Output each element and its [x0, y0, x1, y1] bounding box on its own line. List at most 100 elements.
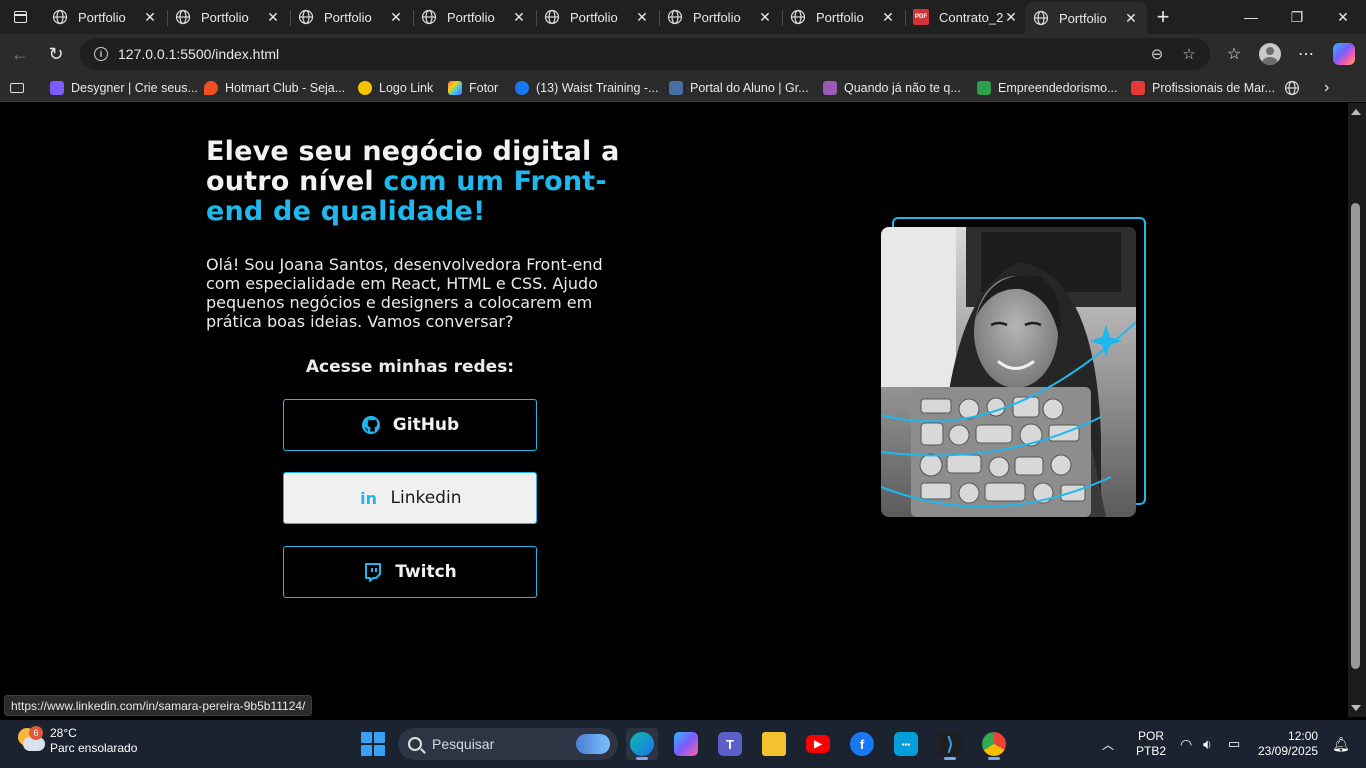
file-explorer-icon	[762, 732, 786, 756]
scroll-up-arrow[interactable]	[1351, 109, 1361, 115]
bookmark-item[interactable]: Hotmart Club - Seja...	[204, 78, 345, 98]
bookmark-item[interactable]: Fotor	[448, 78, 498, 98]
scroll-down-arrow[interactable]	[1351, 705, 1361, 711]
bookmark-item[interactable]: Portal do Aluno | Gr...	[669, 78, 809, 98]
close-tab-icon[interactable]: ✕	[757, 9, 773, 26]
teams-app[interactable]: T	[714, 728, 746, 760]
language-indicator[interactable]: POR PTB2	[1136, 720, 1166, 768]
favorite-star-icon[interactable]: ☆	[1180, 45, 1198, 63]
notifications-icon[interactable]: 🔔︎	[1332, 720, 1350, 768]
github-button[interactable]: GitHub	[283, 399, 537, 451]
taskbar: 6 28°C Parc ensolarado Pesquisar T ▶ f ▪…	[0, 720, 1366, 768]
bookmark-item[interactable]: Empreendedorismo...	[977, 78, 1118, 98]
battery-icon[interactable]: ▭	[1228, 720, 1240, 768]
zoom-icon[interactable]: ⊖	[1148, 45, 1166, 63]
bookmarks-menu-icon[interactable]	[10, 78, 24, 98]
browser-tab[interactable]: Portfolio ✕	[413, 2, 535, 32]
refresh-button[interactable]: ↻	[42, 40, 70, 68]
restore-button[interactable]: ❐	[1274, 0, 1320, 34]
taskbar-search[interactable]: Pesquisar	[398, 728, 618, 760]
scroll-thumb[interactable]	[1351, 203, 1360, 669]
minimize-button[interactable]: —	[1228, 0, 1274, 34]
bookmark-item[interactable]: Logo Link	[358, 78, 433, 98]
weather-widget[interactable]: 6 28°C Parc ensolarado	[18, 726, 137, 756]
weather-desc: Parc ensolarado	[50, 741, 138, 755]
bookmark-item[interactable]: Quando já não te q...	[823, 78, 961, 98]
new-tab-button[interactable]: +	[1150, 4, 1176, 30]
back-button[interactable]: ←	[6, 40, 34, 68]
wifi-icon[interactable]: ◠	[1180, 720, 1192, 768]
quando-icon	[823, 81, 837, 95]
close-tab-icon[interactable]: ✕	[265, 9, 281, 26]
vscode-app[interactable]: ⟩	[934, 728, 966, 760]
page-viewport: Eleve seu negócio digital a outro nível …	[4, 103, 1348, 717]
close-tab-icon[interactable]: ✕	[880, 9, 896, 26]
chrome-icon	[982, 732, 1006, 756]
bookmark-item[interactable]: Desygner | Crie seus...	[50, 78, 198, 98]
facebook-app[interactable]: f	[846, 728, 878, 760]
tab-title: Portfolio	[1059, 10, 1107, 26]
clock-time: 12:00	[1288, 729, 1319, 743]
close-tab-icon[interactable]: ✕	[1003, 9, 1019, 26]
close-tab-icon[interactable]: ✕	[388, 9, 404, 26]
clock[interactable]: 12:00 23/09/2025	[1258, 720, 1318, 768]
url-text: 127.0.0.1:5500/index.html	[118, 46, 280, 62]
profissionais-icon	[1131, 81, 1145, 95]
bookmark-label: Portal do Aluno | Gr...	[690, 81, 809, 95]
favorites-button[interactable]: ☆	[1220, 40, 1248, 68]
link-status-url: https://www.linkedin.com/in/samara-perei…	[4, 695, 313, 716]
copilot-button[interactable]	[1330, 40, 1358, 68]
close-tab-icon[interactable]: ✕	[634, 9, 650, 26]
show-hidden-icons[interactable]: ︿	[1102, 720, 1114, 768]
tab-actions-button[interactable]	[4, 4, 36, 30]
globe-icon[interactable]	[1284, 78, 1300, 98]
address-bar[interactable]: i 127.0.0.1:5500/index.html ⊖ ☆	[80, 38, 1210, 70]
profile-button[interactable]	[1256, 40, 1284, 68]
browser-tab[interactable]: Portfolio ✕	[536, 2, 658, 32]
globe-icon	[544, 9, 560, 25]
settings-menu-button[interactable]: ⋯	[1292, 40, 1320, 68]
browser-tab[interactable]: Portfolio ✕	[167, 2, 289, 32]
copilot-app[interactable]	[670, 728, 702, 760]
page-scrollbar[interactable]	[1348, 103, 1366, 717]
globe-icon	[790, 9, 806, 25]
clock-date: 23/09/2025	[1258, 744, 1319, 758]
lang-bottom: PTB2	[1136, 744, 1167, 758]
close-tab-icon[interactable]: ✕	[511, 9, 527, 26]
globe-icon	[298, 9, 314, 25]
browser-tab[interactable]: Portfolio ✕	[782, 2, 904, 32]
bookmark-item[interactable]: Profissionais de Mar...	[1131, 78, 1275, 98]
browser-tab-active[interactable]: Portfolio ✕	[1025, 2, 1147, 34]
tab-title: Portfolio	[78, 9, 126, 25]
close-tab-icon[interactable]: ✕	[1123, 10, 1139, 27]
site-info-icon[interactable]: i	[94, 47, 108, 61]
fotor-icon	[448, 81, 462, 95]
browser-tab[interactable]: Portfolio ✕	[659, 2, 781, 32]
close-window-button[interactable]: ✕	[1320, 0, 1366, 34]
bookmark-item[interactable]: (13) Waist Training -...	[515, 78, 659, 98]
linkedin-button[interactable]: in Linkedin	[283, 472, 537, 524]
tab-strip: Portfolio ✕ Portfolio ✕ Portfolio ✕ Port…	[0, 0, 1366, 34]
browser-tab[interactable]: Portfolio ✕	[44, 2, 166, 32]
facebook-icon	[515, 81, 529, 95]
youtube-app[interactable]: ▶	[802, 728, 834, 760]
twitch-button[interactable]: Twitch	[283, 546, 537, 598]
linkedin-icon: in	[360, 488, 377, 508]
file-explorer-app[interactable]	[758, 728, 790, 760]
volume-icon[interactable]: 🔉︎	[1203, 720, 1212, 768]
tab-title: Portfolio	[201, 9, 249, 25]
browser-tab[interactable]: PDF Contrato_2 ✕	[905, 2, 1027, 32]
chevron-right-icon[interactable]: ›	[1324, 78, 1329, 98]
chrome-app[interactable]	[978, 728, 1010, 760]
edge-icon	[630, 732, 654, 756]
bookmark-label: Fotor	[469, 81, 499, 95]
browser-tab[interactable]: Portfolio ✕	[290, 2, 412, 32]
close-tab-icon[interactable]: ✕	[142, 9, 158, 26]
bookmark-label: Quando já não te q...	[844, 81, 961, 95]
weather-icon: 6	[18, 726, 45, 754]
lang-top: POR	[1138, 729, 1165, 743]
globe-icon	[175, 9, 191, 25]
cisco-app[interactable]: ▪▪▪	[890, 728, 922, 760]
start-button[interactable]	[361, 732, 385, 756]
edge-app[interactable]	[626, 728, 658, 760]
